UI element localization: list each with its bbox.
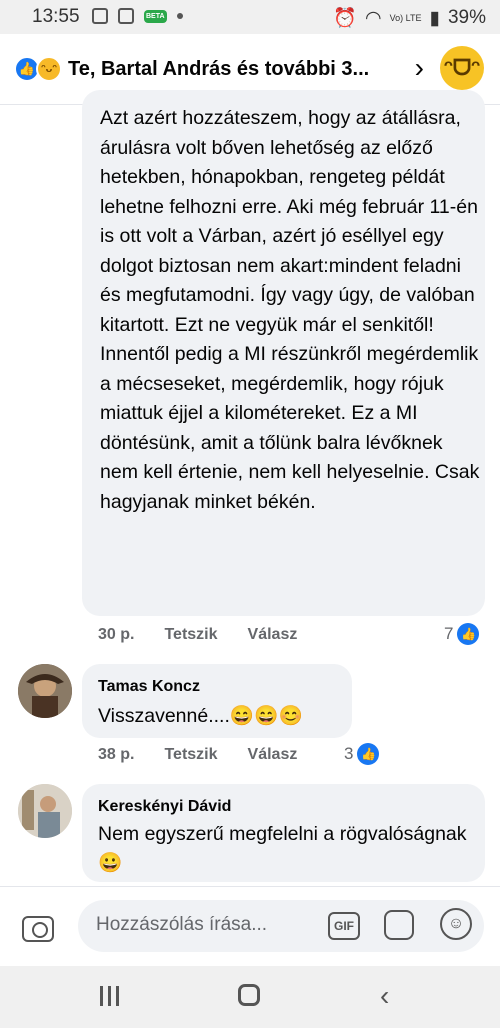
like-link[interactable]: Tetszik [164, 626, 217, 644]
comment-input[interactable]: Hozzászólás írása... [78, 900, 484, 952]
reaction-count[interactable]: 3 👍 [344, 743, 380, 765]
comment-author[interactable]: Tamas Koncz [98, 678, 200, 696]
notification-icons: BETA [92, 8, 183, 24]
battery-percent: 39% [447, 7, 486, 28]
alarm-icon: ⏰ [333, 8, 358, 29]
gallery-icon [92, 8, 108, 24]
more-notifications-icon [176, 13, 183, 19]
wifi-icon: ◠ [365, 7, 382, 29]
status-right: ⏰ ◠ Vo) LTE ▮ 39% [333, 6, 486, 30]
comment-time: 38 p. [98, 746, 135, 763]
gif-button[interactable]: GIF [328, 912, 360, 940]
comment-text: Azt azért hozzáteszem, hogy az átállásra… [100, 107, 480, 513]
comment-time: 30 p. [98, 626, 135, 643]
system-nav-bar: ‹ [0, 966, 500, 1028]
emoji-icon[interactable]: ☺ [440, 908, 472, 940]
avatar[interactable] [18, 784, 72, 838]
chevron-right-icon[interactable]: › [415, 52, 424, 84]
avatar-image [18, 664, 72, 718]
sticker-icon[interactable] [384, 910, 414, 940]
camera-icon[interactable] [22, 916, 54, 942]
back-icon[interactable]: ‹ [380, 980, 389, 1012]
beta-icon: BETA [144, 9, 167, 23]
reaction-count[interactable]: 7 👍 [444, 623, 480, 645]
status-bar: 13:55 BETA ⏰ ◠ Vo) LTE ▮ 39% [0, 0, 500, 34]
comment-input-placeholder: Hozzászólás írása... [96, 914, 268, 935]
comment-actions: 38 p. Tetszik Válasz [98, 746, 327, 764]
reactors-title[interactable]: Te, Bartal András és további 3... [68, 58, 369, 81]
like-link[interactable]: Tetszik [164, 746, 217, 764]
comment-author[interactable]: Kereskényi Dávid [98, 798, 231, 816]
haha-reaction-button[interactable]: ᵔᗜᵔ [440, 46, 484, 90]
like-reaction-icon: 👍 [457, 623, 480, 645]
avatar-image [18, 784, 72, 838]
reply-link[interactable]: Válasz [248, 626, 298, 644]
like-reaction-icon: 👍 [357, 743, 380, 765]
recent-apps-icon[interactable] [100, 986, 119, 1006]
network-label: Vo) LTE [389, 12, 422, 23]
home-icon[interactable] [238, 984, 260, 1006]
reaction-count-value: 7 [444, 624, 454, 643]
avatar[interactable] [18, 664, 72, 718]
messenger-icon [118, 8, 134, 24]
reaction-summary[interactable]: 👍 ᵔᴗᵔ Te, Bartal András és további 3... [14, 56, 369, 82]
comment-bubble[interactable]: Tamas Koncz Visszavenné....😄😄😊 [82, 664, 352, 738]
comment-bubble[interactable]: Azt azért hozzáteszem, hogy az átállásra… [82, 90, 485, 616]
comment-actions: 30 p. Tetszik Válasz [98, 626, 327, 644]
comment-text: Nem egyszerű megfelelni a rögvalóságnak😀 [98, 823, 467, 874]
reply-link[interactable]: Válasz [248, 746, 298, 764]
comment-text: Visszavenné....😄😄😊 [98, 705, 303, 727]
comment-bubble[interactable]: Kereskényi Dávid Nem egyszerű megfelelni… [82, 784, 485, 882]
signal-icon: ▮ [429, 7, 440, 29]
status-time: 13:55 [32, 6, 80, 27]
haha-reaction-icon: ᵔᴗᵔ [36, 56, 62, 82]
reaction-count-value: 3 [344, 744, 354, 763]
